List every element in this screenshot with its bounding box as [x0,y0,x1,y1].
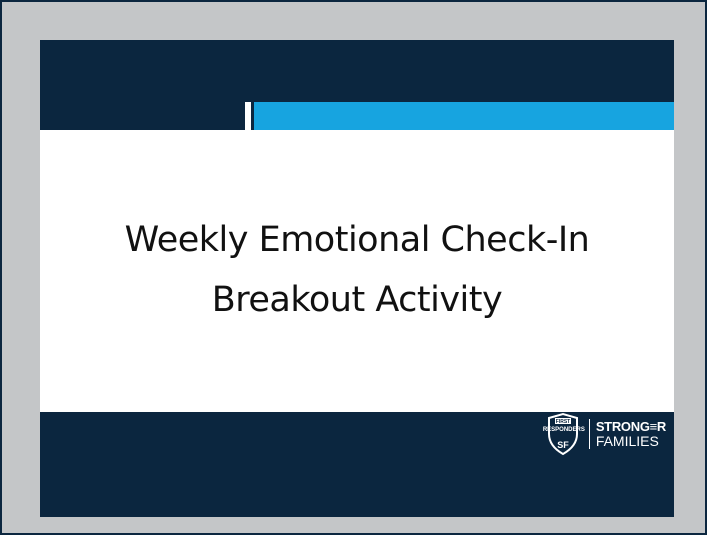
slide-title: Weekly Emotional Check-In Breakout Activ… [125,210,590,330]
title-area: Weekly Emotional Check-In Breakout Activ… [40,130,674,410]
badge-bottom-text: SF [557,440,569,450]
accent-blue-bar [254,102,674,130]
title-line-2: Breakout Activity [211,280,503,320]
bottom-band: FIRST SF RESPONDERS STRONG≡R FAMILIES [40,412,674,517]
slide-frame: Weekly Emotional Check-In Breakout Activ… [0,0,707,535]
first-responders-strong-families-logo: FIRST SF RESPONDERS STRONG≡R FAMILIES [543,412,666,456]
badge-top-text: FIRST [556,419,570,425]
slide: Weekly Emotional Check-In Breakout Activ… [40,40,674,517]
logo-word-strong: STRONG≡R [595,419,666,434]
logo-word-families: FAMILIES [595,433,659,449]
logo-words: STRONG≡R FAMILIES [595,419,666,449]
logo-divider [588,419,590,449]
accent-white-bar [245,102,251,130]
title-line-1: Weekly Emotional Check-In [124,220,590,260]
first-responders-badge-icon: FIRST SF RESPONDERS [542,412,585,456]
badge-text: RESPONDERS [542,427,585,433]
